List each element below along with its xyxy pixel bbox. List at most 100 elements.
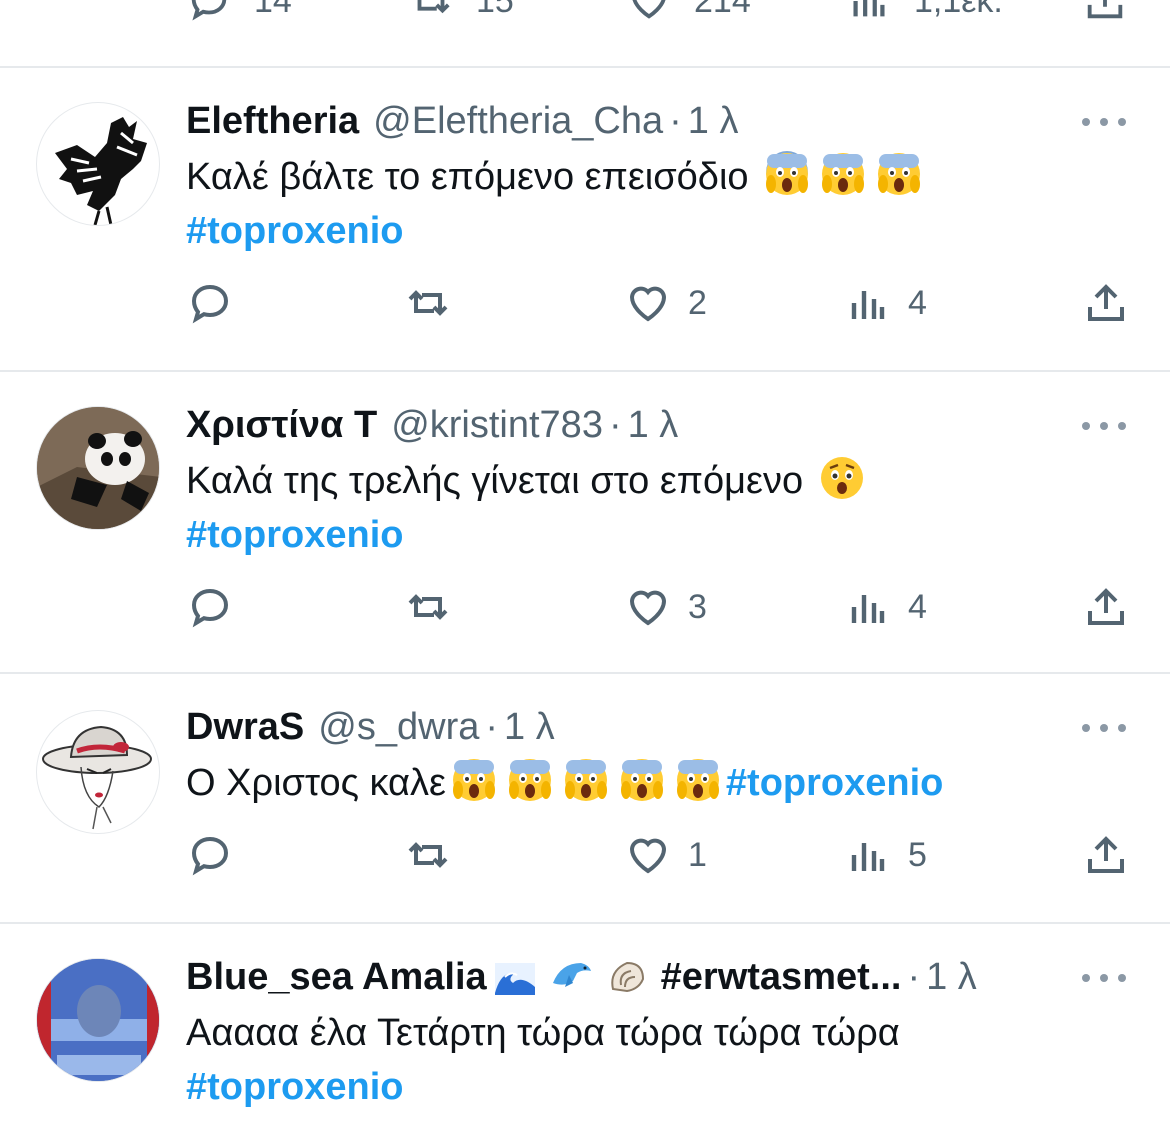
- previous-tweet-action-bar: 14 15 214 1,1εκ.: [0, 0, 1170, 68]
- dot-icon: [1082, 422, 1090, 430]
- separator-dot: ·: [608, 403, 622, 446]
- hat-woman-avatar-image: [42, 725, 152, 830]
- retweet-button[interactable]: 15: [408, 0, 514, 24]
- display-name[interactable]: DwraS: [186, 706, 304, 749]
- reply-button[interactable]: [186, 278, 234, 328]
- views-button[interactable]: 5: [844, 830, 927, 880]
- like-count: 1: [688, 835, 707, 874]
- retweet-button[interactable]: [404, 278, 452, 328]
- display-name[interactable]: Eleftheria: [186, 100, 359, 143]
- tweet-text: Καλά της τρελής γίνεται στο επόμενο #top…: [186, 454, 1136, 562]
- share-button[interactable]: [1082, 278, 1130, 328]
- bird-sketch-avatar-image: [55, 117, 147, 225]
- analytics-icon: [851, 843, 885, 871]
- tweet[interactable]: Eleftheria @Eleftheria_Cha · 1 λ Καλέ βά…: [0, 68, 1170, 372]
- tweet-text-content: Καλέ βάλτε το επόμενο επεισόδιο: [186, 156, 749, 198]
- retweet-icon: [408, 842, 448, 868]
- separator-dot: ·: [485, 705, 499, 748]
- views-count: 4: [908, 587, 927, 626]
- hashtag-link[interactable]: #toproxenio: [726, 762, 943, 804]
- user-handle[interactable]: @s_dwra: [318, 706, 479, 749]
- like-count: 3: [688, 587, 707, 626]
- reply-button[interactable]: [186, 582, 234, 632]
- more-options-button[interactable]: [1082, 968, 1126, 988]
- more-options-button[interactable]: [1082, 718, 1126, 738]
- dot-icon: [1100, 118, 1108, 126]
- timestamp[interactable]: 1 λ: [628, 404, 679, 447]
- reply-icon: [191, 284, 229, 324]
- display-name[interactable]: Blue_sea Amalia: [186, 956, 487, 999]
- hashtag-link[interactable]: #toproxenio: [186, 210, 403, 252]
- reply-button[interactable]: [186, 830, 234, 880]
- heart-icon: [629, 590, 667, 626]
- avatar[interactable]: [36, 102, 160, 226]
- views-button[interactable]: 4: [844, 582, 927, 632]
- tweet[interactable]: DwraS @s_dwra · 1 λ Ο Χριστος καλε #topro…: [0, 674, 1170, 924]
- share-button[interactable]: [1082, 0, 1128, 24]
- dot-icon: [1100, 974, 1108, 982]
- scream-emoji-icon: [878, 153, 921, 195]
- dot-icon: [1118, 118, 1126, 126]
- timestamp[interactable]: 1 λ: [688, 100, 739, 143]
- views-count: 1,1εκ.: [914, 0, 1003, 20]
- more-options-button[interactable]: [1082, 112, 1126, 132]
- user-handle[interactable]: @kristint783: [391, 404, 603, 447]
- analytics-icon: [851, 595, 885, 623]
- tweet-header: DwraS @s_dwra · 1 λ: [186, 702, 555, 752]
- retweet-icon: [417, 0, 450, 14]
- timestamp[interactable]: 1 λ: [504, 706, 555, 749]
- tweet[interactable]: Χριστίνα Τ @kristint783 · 1 λ Καλά της τ…: [0, 372, 1170, 674]
- views-count: 5: [908, 835, 927, 874]
- reply-icon: [191, 0, 227, 21]
- share-button[interactable]: [1082, 830, 1130, 880]
- panda-avatar-image: [37, 407, 159, 529]
- tweet-text: Ααααα έλα Τετάρτη τώρα τώρα τώρα τώρα #t…: [186, 1006, 1136, 1114]
- like-button[interactable]: 1: [624, 830, 707, 880]
- like-button[interactable]: 214: [626, 0, 751, 24]
- retweet-count: 15: [476, 0, 514, 20]
- hashtag-link[interactable]: #toproxenio: [186, 514, 403, 556]
- tweet-header: Eleftheria @Eleftheria_Cha · 1 λ: [186, 96, 739, 146]
- retweet-button[interactable]: [404, 830, 452, 880]
- shell-emoji-icon: [611, 961, 644, 993]
- avatar[interactable]: [36, 710, 160, 834]
- avatar[interactable]: [36, 406, 160, 530]
- like-count: 214: [694, 0, 751, 20]
- reply-button[interactable]: 14: [186, 0, 292, 24]
- heart-icon: [629, 286, 667, 322]
- dot-icon: [1082, 974, 1090, 982]
- share-icon: [1088, 284, 1124, 321]
- views-button[interactable]: 4: [844, 278, 927, 328]
- heart-icon: [632, 0, 666, 19]
- retweet-button[interactable]: [404, 582, 452, 632]
- dot-icon: [1100, 422, 1108, 430]
- hashtag-link[interactable]: #toproxenio: [186, 1066, 403, 1108]
- scream-emoji-icon: [676, 759, 719, 801]
- views-button[interactable]: 1,1εκ.: [846, 0, 1003, 24]
- separator-dot: ·: [907, 955, 921, 998]
- share-icon: [1087, 0, 1123, 19]
- like-button[interactable]: 3: [624, 582, 707, 632]
- scream-emoji-icon: [766, 151, 809, 195]
- like-count: 2: [688, 283, 707, 322]
- reply-count: 14: [254, 0, 292, 20]
- tweet-text-content: Ααααα έλα Τετάρτη τώρα τώρα τώρα τώρα: [186, 1012, 900, 1054]
- like-button[interactable]: 2: [624, 278, 707, 328]
- tweet-header: Blue_sea Amalia #erwtasmet... · 1 λ: [186, 952, 977, 1002]
- heart-icon: [629, 838, 667, 874]
- display-name-suffix[interactable]: #erwtasmet...: [661, 956, 902, 999]
- user-handle[interactable]: @Eleftheria_Cha: [373, 100, 663, 143]
- wave-emoji-icon: [494, 963, 535, 995]
- avatar[interactable]: [36, 958, 160, 1082]
- tweet-text: Ο Χριστος καλε #toproxenio: [186, 756, 1136, 810]
- share-button[interactable]: [1082, 582, 1130, 632]
- more-options-button[interactable]: [1082, 416, 1126, 436]
- dot-icon: [1118, 422, 1126, 430]
- tweet[interactable]: Blue_sea Amalia #erwtasmet... · 1 λ Αααα…: [0, 924, 1170, 1125]
- scream-emoji-icon: [822, 153, 865, 195]
- display-name[interactable]: Χριστίνα Τ: [186, 404, 377, 447]
- share-icon: [1088, 588, 1124, 625]
- scream-emoji-icon: [564, 759, 607, 801]
- timestamp[interactable]: 1 λ: [926, 956, 977, 999]
- views-count: 4: [908, 283, 927, 322]
